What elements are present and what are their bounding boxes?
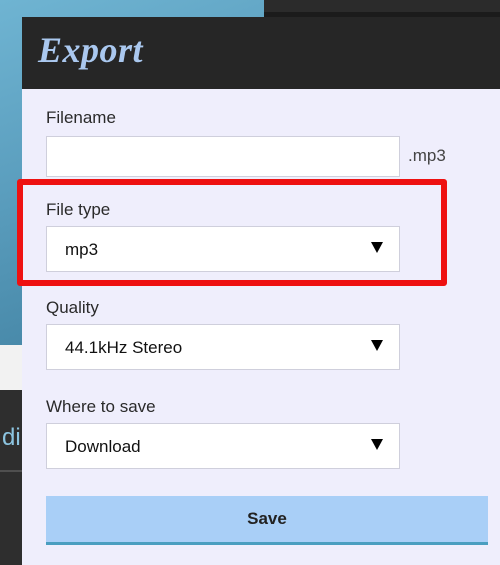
dialog-header: Export (22, 17, 500, 89)
file-type-select[interactable]: mp3 (46, 226, 400, 272)
caret-down-icon (371, 439, 383, 450)
background-toolbar (264, 0, 500, 12)
caret-down-icon (371, 242, 383, 253)
where-to-save-value: Download (65, 437, 141, 456)
where-to-save-label: Where to save (46, 397, 156, 416)
quality-label: Quality (46, 298, 99, 317)
filename-input[interactable] (46, 136, 400, 177)
caret-down-icon (371, 340, 383, 351)
export-dialog: Export Filename .mp3 File type mp3 Quali… (22, 17, 500, 565)
file-type-value: mp3 (65, 240, 99, 259)
quality-value: 44.1kHz Stereo (65, 338, 183, 357)
file-type-label: File type (46, 200, 111, 219)
dialog-title: Export (38, 30, 144, 70)
where-to-save-select[interactable]: Download (46, 423, 400, 469)
filename-label: Filename (46, 108, 116, 127)
filename-extension: .mp3 (408, 146, 446, 165)
save-button[interactable]: Save (46, 496, 488, 545)
quality-select[interactable]: 44.1kHz Stereo (46, 324, 400, 370)
